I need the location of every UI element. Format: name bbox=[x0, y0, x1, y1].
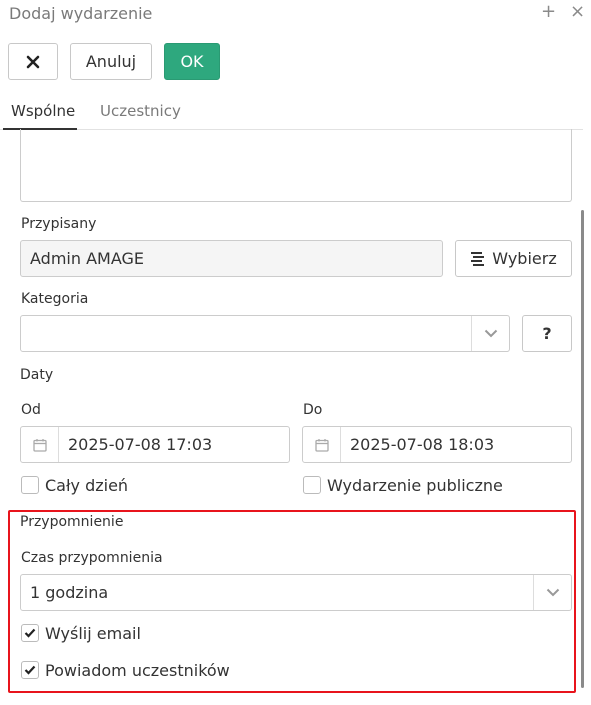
from-label: Od bbox=[21, 402, 41, 418]
all-day-label: Cały dzień bbox=[45, 476, 129, 495]
checkmark-icon bbox=[24, 665, 36, 675]
reminder-section-label: Przypomnienie bbox=[20, 514, 124, 530]
to-label: Do bbox=[303, 402, 323, 418]
list-icon bbox=[471, 252, 485, 266]
tab-participants[interactable]: Uczestnicy bbox=[100, 102, 181, 120]
category-select[interactable] bbox=[20, 315, 510, 352]
select-assignee-label: Wybierz bbox=[492, 249, 557, 268]
scrollbar-thumb[interactable] bbox=[581, 210, 584, 688]
category-label: Kategoria bbox=[21, 291, 89, 307]
notify-participants-label: Powiadom uczestników bbox=[45, 661, 230, 680]
assigned-label: Przypisany bbox=[21, 216, 97, 232]
tab-bar: Wspólne Uczestnicy bbox=[0, 100, 591, 130]
send-email-label: Wyślij email bbox=[45, 624, 141, 643]
all-day-checkbox[interactable] bbox=[21, 476, 39, 494]
ok-button[interactable]: OK bbox=[164, 43, 220, 80]
public-event-label: Wydarzenie publiczne bbox=[327, 476, 503, 495]
date-from-field[interactable]: 2025-07-08 17:03 bbox=[20, 426, 290, 463]
chevron-down-icon[interactable] bbox=[471, 316, 509, 351]
send-email-checkbox[interactable] bbox=[21, 624, 39, 642]
cancel-button[interactable]: Anuluj bbox=[70, 43, 152, 80]
tab-common[interactable]: Wspólne bbox=[11, 102, 75, 120]
date-to-value: 2025-07-08 18:03 bbox=[350, 435, 495, 454]
calendar-icon[interactable] bbox=[303, 427, 341, 462]
date-to-field[interactable]: 2025-07-08 18:03 bbox=[302, 426, 572, 463]
select-assignee-button[interactable]: Wybierz bbox=[455, 240, 572, 277]
chevron-down-icon[interactable] bbox=[533, 575, 571, 610]
dates-label: Daty bbox=[20, 367, 54, 383]
public-event-checkbox[interactable] bbox=[303, 476, 321, 494]
dialog-title: Dodaj wydarzenie bbox=[9, 4, 153, 23]
close-icon[interactable]: × bbox=[570, 2, 585, 22]
notify-participants-checkbox[interactable] bbox=[21, 661, 39, 679]
calendar-icon[interactable] bbox=[21, 427, 59, 462]
assigned-field[interactable]: Admin AMAGE bbox=[20, 240, 443, 277]
reminder-time-value: 1 godzina bbox=[30, 583, 109, 602]
date-from-value: 2025-07-08 17:03 bbox=[68, 435, 213, 454]
reminder-time-label: Czas przypomnienia bbox=[21, 550, 163, 566]
assigned-value: Admin AMAGE bbox=[30, 249, 144, 268]
plus-icon[interactable]: + bbox=[541, 2, 556, 22]
category-help-button[interactable]: ? bbox=[522, 315, 572, 352]
close-button[interactable] bbox=[8, 43, 58, 80]
description-textarea[interactable] bbox=[20, 129, 572, 202]
checkmark-icon bbox=[24, 628, 36, 638]
reminder-time-select[interactable]: 1 godzina bbox=[20, 574, 572, 611]
x-icon bbox=[26, 55, 40, 68]
